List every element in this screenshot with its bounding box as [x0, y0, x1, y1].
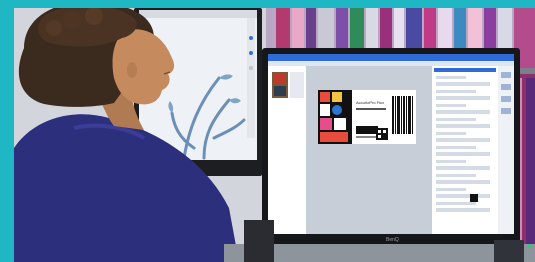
qr-code-icon	[376, 128, 388, 140]
main-monitor: AccurioPro Flux BenQ	[262, 48, 520, 244]
app-title-bar	[268, 54, 514, 61]
office-photo: AccurioPro Flux BenQ	[14, 8, 535, 262]
label-preview: AccurioPro Flux	[318, 90, 416, 144]
label-title: AccurioPro Flux	[356, 100, 384, 105]
monitor-brand-logo: BenQ	[386, 237, 399, 243]
top-teal-strip	[14, 0, 535, 8]
photo-illustration: AccurioPro Flux BenQ	[14, 8, 535, 262]
